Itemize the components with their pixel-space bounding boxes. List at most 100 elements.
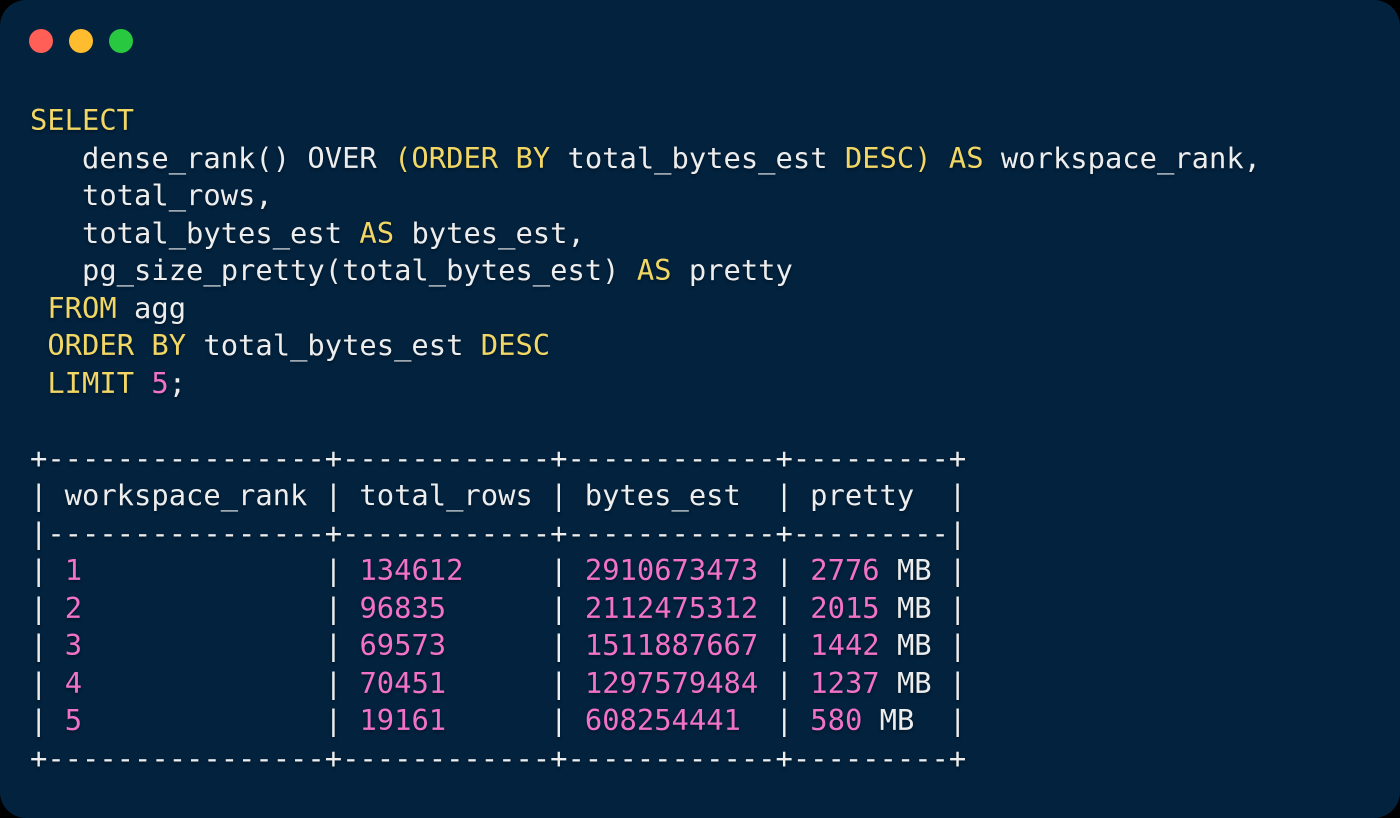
table-bottom-border: +----------------+------------+---------… <box>30 740 1261 778</box>
table-cell-text <box>793 591 810 625</box>
sql-token <box>30 291 47 325</box>
table-cell-divider: | <box>776 553 793 587</box>
sql-token: pretty <box>672 253 793 287</box>
table-cell-text <box>82 703 325 737</box>
table-cell-text <box>82 666 325 700</box>
table-cell-text: 2910673473 <box>585 553 758 587</box>
table-cell-text <box>463 553 550 587</box>
table-cell-divider: | <box>949 553 966 587</box>
sql-query: SELECT dense_rank() OVER (ORDER BY total… <box>30 102 1261 402</box>
table-cell-text <box>741 703 776 737</box>
table-cell-text <box>446 591 550 625</box>
table-cell-text <box>342 591 359 625</box>
table-cell-text <box>47 666 64 700</box>
close-button[interactable] <box>29 29 53 53</box>
table-cell-text: MB <box>880 628 949 662</box>
sql-line: LIMIT 5; <box>30 365 1261 403</box>
sql-line: total_rows, <box>30 177 1261 215</box>
table-cell-text <box>342 628 359 662</box>
table-cell-divider: | <box>550 666 567 700</box>
sql-token <box>932 141 949 175</box>
table-cell-text <box>568 666 585 700</box>
sql-line: total_bytes_est AS bytes_est, <box>30 215 1261 253</box>
sql-token: workspace_rank, <box>984 141 1261 175</box>
table-cell-text: 2776 <box>810 553 879 587</box>
table-row: | 4 | 70451 | 1297579484 | 1237 MB | <box>30 665 1261 703</box>
table-cell-text <box>47 703 64 737</box>
table-cell-text: 19161 <box>359 703 446 737</box>
sql-token: AS <box>359 216 394 250</box>
table-cell-text <box>47 628 64 662</box>
maximize-button[interactable] <box>109 29 133 53</box>
table-cell-divider: | <box>325 703 342 737</box>
terminal-content: SELECT dense_rank() OVER (ORDER BY total… <box>30 102 1261 777</box>
sql-token: (ORDER BY <box>394 141 550 175</box>
table-cell-divider: | <box>325 591 342 625</box>
table-cell-text: MB <box>880 666 949 700</box>
table-cell-text <box>793 553 810 587</box>
table-cell-text <box>446 666 550 700</box>
minimize-button[interactable] <box>69 29 93 53</box>
table-cell-divider: | <box>949 703 966 737</box>
window-controls <box>29 29 133 53</box>
table-cell-text <box>793 628 810 662</box>
table-cell-divider: | <box>776 591 793 625</box>
table-cell-text <box>82 628 325 662</box>
table-cell-text: MB <box>880 591 949 625</box>
table-cell-divider: | <box>30 591 47 625</box>
table-cell-text: 580 <box>810 703 862 737</box>
table-cell-text <box>758 553 775 587</box>
table-frame-text: | workspace_rank | total_rows | bytes_es… <box>30 478 966 512</box>
table-cell-text: 134612 <box>359 553 463 587</box>
table-row: | 1 | 134612 | 2910673473 | 2776 MB | <box>30 552 1261 590</box>
sql-line: pg_size_pretty(total_bytes_est) AS prett… <box>30 252 1261 290</box>
sql-token: DESC) <box>845 141 932 175</box>
sql-line: FROM agg <box>30 290 1261 328</box>
table-cell-divider: | <box>949 591 966 625</box>
table-cell-text <box>758 666 775 700</box>
sql-token: total_rows, <box>30 178 273 212</box>
table-cell-text: 3 <box>65 628 82 662</box>
table-frame-text: +----------------+------------+---------… <box>30 741 966 775</box>
table-cell-text: 2112475312 <box>585 591 758 625</box>
table-cell-text <box>793 703 810 737</box>
table-cell-text <box>342 703 359 737</box>
sql-token: ; <box>169 366 186 400</box>
sql-token: FROM <box>47 291 116 325</box>
table-cell-text: 2015 <box>810 591 879 625</box>
table-cell-text: MB <box>880 553 949 587</box>
sql-token: total_bytes_est <box>186 328 481 362</box>
sql-token: pg_size_pretty(total_bytes_est) <box>30 253 637 287</box>
table-cell-text: 1 <box>65 553 82 587</box>
terminal-window: SELECT dense_rank() OVER (ORDER BY total… <box>0 0 1400 818</box>
table-cell-text <box>82 591 325 625</box>
sql-token: ORDER BY <box>47 328 186 362</box>
table-cell-text <box>82 553 325 587</box>
table-cell-text: 70451 <box>359 666 446 700</box>
table-cell-divider: | <box>550 591 567 625</box>
sql-line: dense_rank() OVER (ORDER BY total_bytes_… <box>30 140 1261 178</box>
table-cell-text: 608254441 <box>585 703 741 737</box>
table-cell-text: 2 <box>65 591 82 625</box>
table-frame-text: +----------------+------------+---------… <box>30 441 966 475</box>
sql-token: dense_rank() OVER <box>30 141 394 175</box>
table-cell-divider: | <box>550 703 567 737</box>
sql-token <box>134 366 151 400</box>
sql-token: LIMIT <box>47 366 134 400</box>
sql-token: AS <box>637 253 672 287</box>
table-header-row: | workspace_rank | total_rows | bytes_es… <box>30 477 1261 515</box>
table-cell-divider: | <box>30 666 47 700</box>
table-row: | 5 | 19161 | 608254441 | 580 MB | <box>30 702 1261 740</box>
table-cell-divider: | <box>325 553 342 587</box>
table-cell-text <box>47 591 64 625</box>
sql-token: DESC <box>481 328 550 362</box>
table-cell-text <box>568 553 585 587</box>
sql-token: agg <box>117 291 186 325</box>
sql-line: ORDER BY total_bytes_est DESC <box>30 327 1261 365</box>
table-cell-divider: | <box>550 553 567 587</box>
table-cell-text: 5 <box>65 703 82 737</box>
table-header-separator: |----------------+------------+---------… <box>30 515 1261 553</box>
table-cell-text <box>758 628 775 662</box>
table-cell-text: 1297579484 <box>585 666 758 700</box>
table-top-border: +----------------+------------+---------… <box>30 440 1261 478</box>
